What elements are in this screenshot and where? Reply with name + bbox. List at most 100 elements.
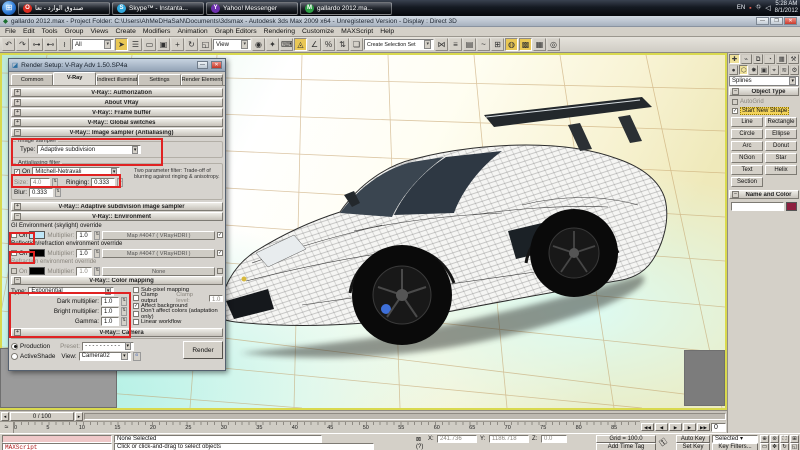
close-button[interactable]: ✕ — [784, 17, 797, 25]
production-radio[interactable] — [11, 343, 18, 350]
dialog-titlebar[interactable]: ◪ Render Setup: V-Ray Adv 1.50.SP4a — ✕ — [9, 59, 225, 72]
linear-workflow-checkbox[interactable] — [133, 319, 139, 325]
menu-item[interactable]: Edit — [23, 28, 35, 35]
rollout-environment[interactable]: −V-Ray:: Environment — [11, 212, 223, 221]
menu-item[interactable]: Views — [90, 28, 108, 35]
filter-size-field[interactable]: 4.0 — [30, 178, 50, 187]
view-dropdown[interactable]: Camera02 — [79, 352, 131, 361]
panel-tab-icon[interactable]: ⌁ — [741, 54, 752, 64]
tray-alert-icon[interactable]: ▪ — [749, 5, 751, 12]
toolbar-button[interactable]: ◬ — [294, 38, 307, 51]
viewport-nav-button[interactable]: ◱ — [790, 443, 799, 450]
shape-tool-button[interactable]: Rectangle — [765, 117, 797, 127]
toolbar-button[interactable]: ▤ — [463, 38, 476, 51]
rollout-authorization[interactable]: +V-Ray:: Authorization — [11, 88, 223, 97]
autogrid-row[interactable]: AutoGrid — [729, 97, 799, 106]
start-new-shape-checkbox[interactable] — [732, 108, 738, 114]
refraction-multiplier-field[interactable]: 1.0 — [76, 267, 92, 276]
viewport-nav-button[interactable]: ▭ — [760, 443, 769, 450]
lock-view-icon[interactable]: ⊙ — [133, 352, 141, 361]
selection-filter-dropdown[interactable]: All — [72, 39, 114, 50]
panel-tab-icon[interactable]: ⚒ — [788, 54, 799, 64]
name-color-rollout[interactable]: − Name and Color — [729, 190, 799, 199]
menu-item[interactable]: Group — [65, 28, 84, 35]
toolbar-button[interactable]: ∠ — [308, 38, 321, 51]
toolbar-button[interactable]: ➤ — [115, 38, 128, 51]
spinner[interactable]: ⇅ — [52, 178, 58, 187]
viewport-nav-button[interactable]: ⊕ — [760, 435, 769, 443]
toolbar-button[interactable]: ❏ — [350, 38, 363, 51]
toolbar-button[interactable]: ⊶ — [30, 38, 43, 51]
taskbar-app-button[interactable]: Y Yahoo! Messenger — [206, 2, 298, 15]
gi-color-swatch[interactable] — [29, 231, 45, 239]
toolbar-button[interactable]: ▣ — [157, 38, 170, 51]
playback-button[interactable]: ▶ — [683, 423, 696, 431]
reflection-multiplier-field[interactable]: 1.0 — [76, 249, 92, 258]
toolbar-button[interactable]: ◱ — [199, 38, 212, 51]
reflection-map-checkbox[interactable] — [217, 250, 223, 256]
menu-item[interactable]: Graph Editors — [215, 28, 257, 35]
dialog-tab[interactable]: V-Ray — [53, 72, 95, 85]
shape-tool-button[interactable]: Circle — [731, 129, 763, 139]
gamma-field[interactable]: 1.0 — [101, 317, 119, 326]
maxscript-listener-row[interactable]: MAXScript — [2, 443, 112, 450]
splines-dropdown[interactable]: Splines — [729, 76, 799, 86]
toolbar-button[interactable]: ≡ — [449, 38, 462, 51]
activeshade-radio[interactable] — [11, 353, 18, 360]
reference-coordinate-dropdown[interactable]: View — [213, 39, 251, 50]
toolbar-button[interactable]: ☰ — [129, 38, 142, 51]
color-mapping-type-dropdown[interactable]: Exponential — [28, 287, 114, 296]
rollout-global-switches[interactable]: +V-Ray:: Global switches — [11, 118, 223, 127]
shape-tool-button[interactable]: Star — [765, 153, 797, 163]
toolbar-button[interactable]: + — [171, 38, 184, 51]
rollout-adaptive-subdivision[interactable]: +V-Ray:: Adaptive subdivision image samp… — [11, 202, 223, 211]
affect-background-checkbox[interactable] — [133, 303, 139, 309]
playback-button[interactable]: ◀◀ — [641, 423, 654, 431]
time-slider-handle[interactable]: 0 / 100 — [10, 412, 74, 421]
spinner[interactable]: ⇅ — [117, 178, 123, 187]
named-selection-set-dropdown[interactable]: Create Selection Set — [364, 39, 434, 50]
spinner[interactable]: ⇅ — [55, 188, 61, 197]
taskbar-app-button[interactable]: O صندوق الوارد - تعا — [18, 2, 110, 15]
viewport-nav-button[interactable]: ⊞ — [790, 435, 799, 443]
toolbar-button[interactable]: ⊞ — [491, 38, 504, 51]
toolbar-button[interactable]: ◍ — [505, 38, 518, 51]
taskbar-app-button[interactable]: S Skype™ - Instanta... — [112, 2, 204, 15]
toolbar-button[interactable]: ◎ — [547, 38, 560, 51]
toolbar-button[interactable]: ✦ — [266, 38, 279, 51]
taskbar-app-button[interactable]: M gallardo 2012.ma... — [300, 2, 392, 15]
toolbar-button[interactable]: ↻ — [185, 38, 198, 51]
start-new-shape-row[interactable]: Start New Shape — [729, 106, 799, 115]
menu-item[interactable]: Create — [115, 28, 135, 35]
toolbar-button[interactable]: ⊷ — [44, 38, 57, 51]
category-icon[interactable]: ▣ — [759, 65, 768, 75]
add-time-tag[interactable]: Add Time Tag — [596, 443, 656, 450]
spinner[interactable]: ⇅ — [94, 231, 100, 240]
playback-button[interactable]: ◀ — [655, 423, 668, 431]
menu-item[interactable]: File — [5, 28, 16, 35]
y-coordinate-field[interactable]: 1186.718 — [489, 435, 529, 443]
help-icon[interactable]: (?) — [416, 444, 423, 450]
refraction-map-button[interactable]: None — [102, 267, 215, 276]
category-icon[interactable]: ⌖ — [770, 65, 779, 75]
spinner[interactable]: ⇅ — [121, 307, 127, 316]
viewport-nav-button[interactable]: ↻ — [780, 443, 789, 450]
shape-tool-button[interactable]: Donut — [765, 141, 797, 151]
key-filters-button[interactable]: Key Filters... — [712, 443, 758, 450]
x-coordinate-field[interactable]: 241.736 — [437, 435, 477, 443]
maxscript-mini-listener[interactable] — [2, 435, 112, 443]
tray-clock[interactable]: 5:28 AM 8/1/2012 — [775, 1, 798, 15]
time-slider-groove[interactable] — [84, 413, 726, 420]
dialog-minimize-button[interactable]: — — [197, 61, 208, 69]
language-indicator[interactable]: EN — [737, 5, 745, 11]
render-button[interactable]: Render — [183, 341, 223, 359]
menu-item[interactable]: Tools — [42, 28, 58, 35]
clamp-output-checkbox[interactable] — [133, 295, 139, 301]
dialog-close-button[interactable]: ✕ — [211, 61, 222, 69]
toolbar-button[interactable]: ▩ — [519, 38, 532, 51]
spinner[interactable]: ⇅ — [121, 317, 127, 326]
dialog-tab[interactable]: Common — [11, 74, 53, 85]
refraction-color-swatch[interactable] — [29, 267, 45, 275]
clamp-level-field[interactable]: 1.0 — [209, 295, 223, 302]
category-icon[interactable]: ⚙ — [790, 65, 799, 75]
